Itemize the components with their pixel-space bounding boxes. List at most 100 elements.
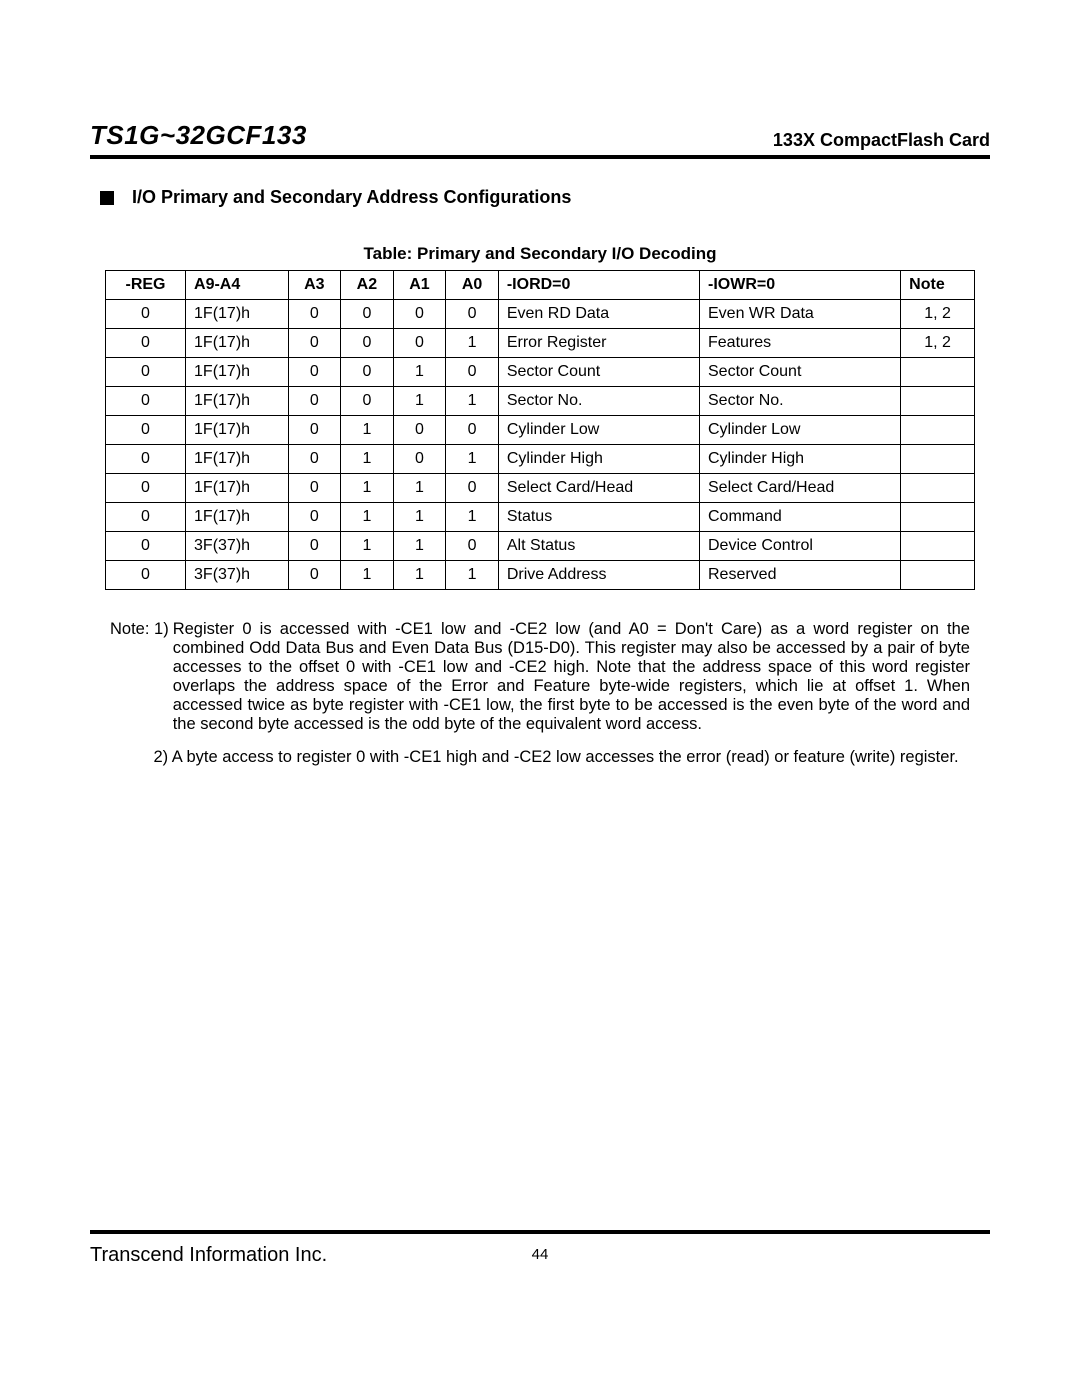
section-title: I/O Primary and Secondary Address Config… [100, 187, 990, 208]
table-cell: 1 [341, 474, 394, 503]
note1-prefix: 1) [154, 620, 169, 638]
table-row: 01F(17)h0111StatusCommand [106, 503, 975, 532]
table-cell: Command [700, 503, 901, 532]
table-cell [901, 387, 975, 416]
col-a0: A0 [446, 271, 499, 300]
table-cell: 1 [341, 445, 394, 474]
table-cell: 1 [446, 503, 499, 532]
page: TS1G~32GCF133 133X CompactFlash Card I/O… [0, 0, 1080, 1397]
table-cell [901, 416, 975, 445]
table-cell: Sector No. [498, 387, 699, 416]
table-cell: 0 [341, 329, 394, 358]
table-cell: Even RD Data [498, 300, 699, 329]
table-cell: 1 [393, 474, 446, 503]
col-iord: -IORD=0 [498, 271, 699, 300]
table-cell: Sector Count [498, 358, 699, 387]
table-body: 01F(17)h0000Even RD DataEven WR Data1, 2… [106, 300, 975, 590]
table-cell: 0 [446, 532, 499, 561]
table-cell: 1, 2 [901, 300, 975, 329]
table-cell: 1 [393, 503, 446, 532]
table-cell: 1F(17)h [186, 358, 289, 387]
table-cell: Alt Status [498, 532, 699, 561]
table-cell: 0 [288, 416, 341, 445]
product-name: 133X CompactFlash Card [773, 130, 990, 151]
note2-body: 2) A byte access to register 0 with -CE1… [153, 748, 970, 767]
col-note: Note [901, 271, 975, 300]
table-cell: 1 [341, 503, 394, 532]
table-cell: 1 [393, 358, 446, 387]
footer-company: Transcend Information Inc. [90, 1244, 327, 1267]
table-cell: Reserved [700, 561, 901, 590]
table-cell: 0 [106, 387, 186, 416]
table-cell: 0 [106, 474, 186, 503]
table-cell: 0 [288, 532, 341, 561]
table-row: 01F(17)h0010Sector CountSector Count [106, 358, 975, 387]
table-row: 01F(17)h0011Sector No.Sector No. [106, 387, 975, 416]
table-row: 01F(17)h0110Select Card/HeadSelect Card/… [106, 474, 975, 503]
table-cell: 0 [288, 503, 341, 532]
table-cell: Sector Count [700, 358, 901, 387]
table-cell: Sector No. [700, 387, 901, 416]
table-cell [901, 358, 975, 387]
col-a2: A2 [341, 271, 394, 300]
io-decoding-table: -REG A9-A4 A3 A2 A1 A0 -IORD=0 -IOWR=0 N… [105, 270, 975, 590]
table-cell: 0 [393, 416, 446, 445]
table-cell: 0 [393, 300, 446, 329]
model-number: TS1G~32GCF133 [90, 120, 307, 151]
table-cell: 3F(37)h [186, 561, 289, 590]
table-cell: 0 [106, 532, 186, 561]
table-cell: 0 [446, 358, 499, 387]
table-caption: Table: Primary and Secondary I/O Decodin… [90, 244, 990, 264]
table-cell: Cylinder Low [700, 416, 901, 445]
table-cell: 0 [288, 387, 341, 416]
table-cell: Features [700, 329, 901, 358]
table-cell: 0 [393, 445, 446, 474]
note-2: Note: 2) A byte access to register 0 wit… [110, 748, 970, 767]
table-cell: 0 [106, 329, 186, 358]
table-cell: Error Register [498, 329, 699, 358]
table-cell [901, 561, 975, 590]
table-cell: 1 [341, 416, 394, 445]
table-cell: 0 [288, 329, 341, 358]
table-cell: 1 [341, 532, 394, 561]
table-cell [901, 474, 975, 503]
table-cell: 1 [446, 329, 499, 358]
notes-block: Note: 1) Register 0 is accessed with -CE… [110, 620, 970, 767]
table-cell: 0 [446, 300, 499, 329]
table-cell: 1 [393, 387, 446, 416]
table-cell: 0 [106, 416, 186, 445]
table-cell: Cylinder High [498, 445, 699, 474]
table-row: 01F(17)h0001Error RegisterFeatures1, 2 [106, 329, 975, 358]
table-cell: 1F(17)h [186, 445, 289, 474]
table-cell: 0 [106, 445, 186, 474]
note-1: Note: 1) Register 0 is accessed with -CE… [110, 620, 970, 734]
table-cell: 0 [446, 416, 499, 445]
table-cell: Select Card/Head [498, 474, 699, 503]
table-cell: 0 [446, 474, 499, 503]
note-label-text: Note: [110, 620, 149, 638]
table-cell: Even WR Data [700, 300, 901, 329]
table-cell: Cylinder High [700, 445, 901, 474]
table-cell: 0 [106, 561, 186, 590]
table-cell: 1F(17)h [186, 300, 289, 329]
page-footer: Transcend Information Inc. 44 [90, 1230, 990, 1267]
table-cell: Cylinder Low [498, 416, 699, 445]
table-cell: 1F(17)h [186, 416, 289, 445]
col-a9a4: A9-A4 [186, 271, 289, 300]
section-title-text: I/O Primary and Secondary Address Config… [132, 187, 571, 208]
table-cell: 0 [341, 387, 394, 416]
table-cell: 0 [288, 445, 341, 474]
table-cell: 0 [288, 300, 341, 329]
note1-body: Register 0 is accessed with -CE1 low and… [173, 620, 970, 734]
table-row: 01F(17)h0101Cylinder HighCylinder High [106, 445, 975, 474]
table-cell: 1 [393, 561, 446, 590]
col-iowr: -IOWR=0 [700, 271, 901, 300]
table-row: 03F(37)h0111Drive AddressReserved [106, 561, 975, 590]
table-cell: 1 [446, 387, 499, 416]
table-cell: 0 [393, 329, 446, 358]
table-cell [901, 503, 975, 532]
table-cell: 1F(17)h [186, 474, 289, 503]
table-cell: Device Control [700, 532, 901, 561]
table-cell: 1F(17)h [186, 503, 289, 532]
table-cell: 1 [341, 561, 394, 590]
